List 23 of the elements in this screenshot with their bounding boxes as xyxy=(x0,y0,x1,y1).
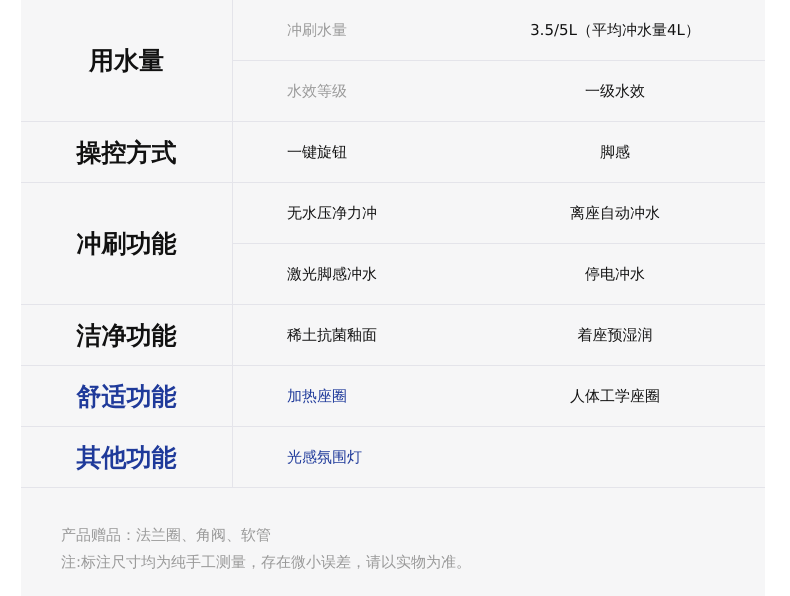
category-label: 冲刷功能 xyxy=(76,228,176,260)
table-cell: 冲刷水量 xyxy=(287,20,347,38)
table-cell: 脚感 xyxy=(600,142,630,160)
table-cell: 水效等级 xyxy=(287,82,347,100)
table-cell: 停电冲水 xyxy=(585,264,645,282)
table-cell: 无水压净力冲 xyxy=(287,204,377,222)
table-cell: 一级水效 xyxy=(585,82,645,100)
note-text: 注:标注尺寸均为纯手工测量，存在微小误差，请以实物为准。 xyxy=(61,552,472,573)
table-cell: 稀土抗菌釉面 xyxy=(287,326,377,344)
note-text: 产品赠品：法兰圈、角阀、软管 xyxy=(61,525,272,546)
category-label: 操控方式 xyxy=(76,136,176,168)
category-label: 其他功能 xyxy=(76,442,176,474)
table-cell: 光感氛围灯 xyxy=(287,448,362,466)
table-cell: 加热座圈 xyxy=(287,386,347,404)
table-cell: 着座预湿润 xyxy=(578,326,652,344)
category-label: 舒适功能 xyxy=(76,380,176,412)
category-label: 洁净功能 xyxy=(76,320,176,352)
table-cell: 人体工学座圈 xyxy=(570,386,660,404)
category-label: 用水量 xyxy=(89,45,164,77)
table-cell: 离座自动冲水 xyxy=(570,204,660,222)
table-cell: 3.5/5L（平均冲水量4L） xyxy=(530,20,700,38)
table-cell: 一键旋钮 xyxy=(287,142,347,160)
table-cell: 激光脚感冲水 xyxy=(287,264,377,282)
